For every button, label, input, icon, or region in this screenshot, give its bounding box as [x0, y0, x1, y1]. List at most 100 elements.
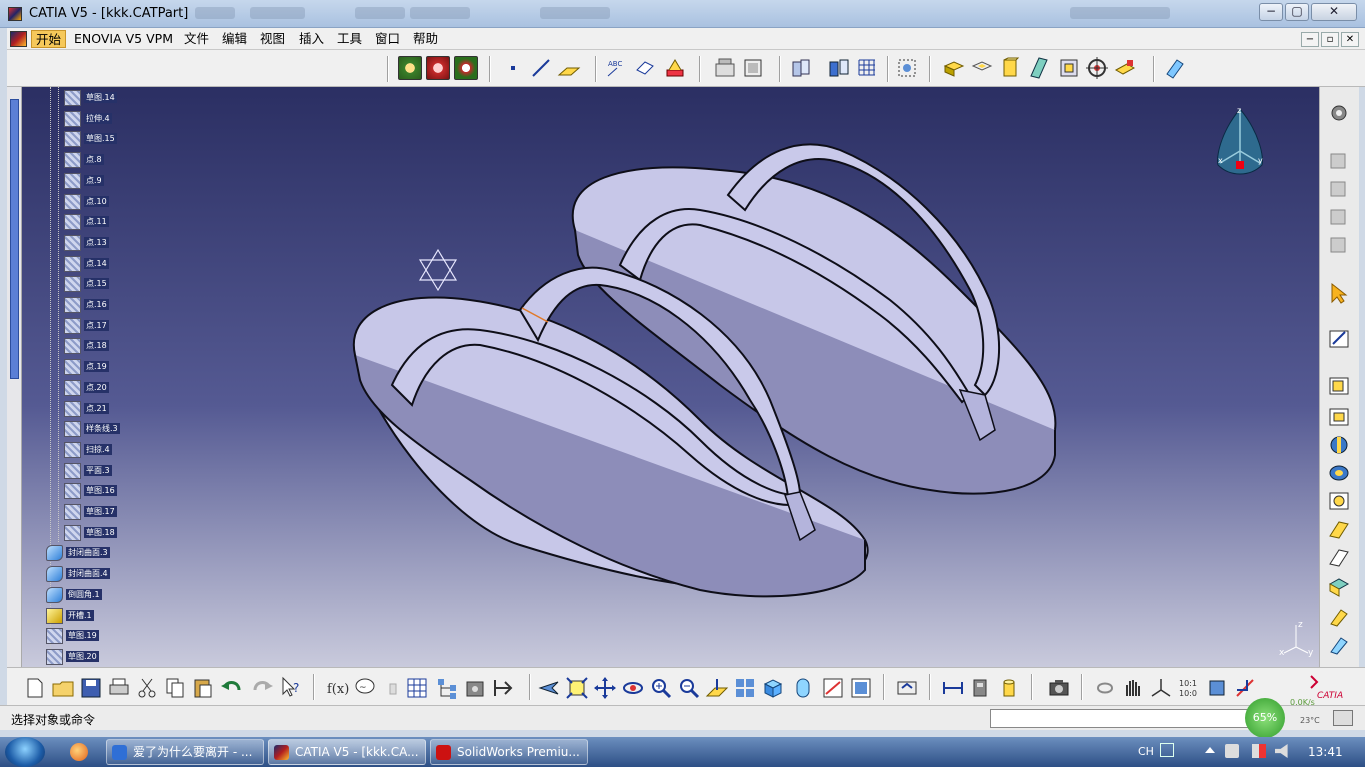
tray-expand-icon[interactable] — [1205, 747, 1215, 753]
shading-icon[interactable] — [791, 676, 815, 700]
doc-minimize-button[interactable]: − — [1301, 32, 1319, 47]
normal-view-icon[interactable] — [705, 676, 729, 700]
minimize-button[interactable]: − — [1259, 3, 1283, 21]
save-icon[interactable] — [79, 676, 103, 700]
rib-side-icon[interactable] — [1327, 518, 1351, 540]
target-icon[interactable] — [1085, 56, 1109, 80]
maximize-button[interactable]: ▢ — [1285, 3, 1309, 21]
iso-view-icon[interactable] — [761, 676, 785, 700]
pan-icon[interactable] — [593, 676, 617, 700]
plane-icon[interactable] — [557, 56, 581, 80]
paste-icon[interactable] — [191, 676, 215, 700]
parallel-constraint-icon[interactable] — [1233, 676, 1257, 700]
measure-between-icon[interactable] — [941, 676, 965, 700]
text-annotation-icon[interactable]: ABC — [605, 56, 629, 80]
command-input[interactable] — [990, 709, 1256, 728]
sketcher-icon[interactable] — [398, 56, 422, 80]
flag-note-icon[interactable] — [633, 56, 657, 80]
positioned-sketch-icon[interactable] — [426, 56, 450, 80]
tree-expand-icon[interactable] — [435, 676, 459, 700]
redo-icon[interactable] — [251, 676, 275, 700]
flip-flop-model[interactable] — [22, 87, 1319, 667]
shaft-side-icon[interactable] — [1327, 434, 1351, 456]
task-catia[interactable]: CATIA V5 - [kkk.CA... — [268, 739, 426, 765]
parallel-projection-icon[interactable] — [789, 56, 813, 80]
zoom-out-icon[interactable] — [677, 676, 701, 700]
grid-icon[interactable] — [855, 56, 879, 80]
pocket-icon[interactable] — [970, 56, 994, 80]
knowledge-icon[interactable]: ~ — [353, 676, 377, 700]
cut-part-by-sketch-icon[interactable] — [713, 56, 737, 80]
slot-side-icon[interactable] — [1327, 546, 1351, 568]
tray-device-icon[interactable] — [1225, 744, 1239, 758]
camera-icon[interactable] — [1047, 676, 1071, 700]
hide-show-view-icon[interactable] — [821, 676, 845, 700]
fit-all-icon[interactable] — [895, 56, 919, 80]
document-icon[interactable] — [10, 31, 27, 47]
multi-section-icon[interactable] — [1327, 634, 1351, 656]
new-icon[interactable] — [23, 676, 47, 700]
reframe-icon[interactable] — [1093, 676, 1117, 700]
open-icon[interactable] — [51, 676, 75, 700]
whats-this-icon[interactable]: ? — [279, 676, 303, 700]
doc-restore-button[interactable]: ▫ — [1321, 32, 1339, 47]
boolean-union-trim-icon[interactable] — [1327, 234, 1351, 256]
menu-window[interactable]: 窗口 — [371, 30, 404, 48]
table-icon[interactable] — [405, 676, 429, 700]
menu-file[interactable]: 文件 — [180, 30, 213, 48]
axis-system-icon[interactable] — [1149, 676, 1173, 700]
cut-icon[interactable] — [135, 676, 159, 700]
pad-side-icon[interactable] — [1327, 375, 1351, 397]
menu-edit[interactable]: 编辑 — [218, 30, 251, 48]
split-icon[interactable] — [1113, 56, 1137, 80]
groove-side-icon[interactable] — [1327, 462, 1351, 484]
boolean-intersect-icon[interactable] — [1327, 206, 1351, 228]
3d-viewport[interactable]: z x y z x y — [22, 87, 1319, 667]
gear-icon[interactable] — [1327, 102, 1351, 124]
scrollbar-thumb[interactable] — [10, 99, 19, 379]
pocket-side-icon[interactable] — [1327, 406, 1351, 428]
measure-inertia-icon[interactable] — [997, 676, 1021, 700]
exit-workbench-icon[interactable] — [454, 56, 478, 80]
solid-icon[interactable] — [1327, 576, 1351, 598]
start-button[interactable] — [5, 737, 45, 767]
task-solidworks[interactable]: SolidWorks Premiu... — [430, 739, 588, 765]
menu-start[interactable]: 开始 — [31, 30, 67, 48]
menu-enovia[interactable]: ENOVIA V5 VPM — [70, 30, 177, 48]
tree-scrollbar[interactable] — [7, 87, 22, 667]
scan-parent-icon[interactable] — [491, 676, 515, 700]
update-icon[interactable] — [895, 676, 919, 700]
select-arrow-icon[interactable] — [1327, 282, 1351, 304]
line-icon[interactable] — [529, 56, 553, 80]
stiffener-icon[interactable] — [1327, 606, 1351, 628]
print-icon[interactable] — [107, 676, 131, 700]
hide-show-icon[interactable] — [741, 56, 765, 80]
scale-icon[interactable]: 10:110:0 — [1177, 676, 1201, 700]
multi-view-icon[interactable] — [733, 676, 757, 700]
hole-icon[interactable] — [1327, 490, 1351, 512]
view-mode-icon[interactable] — [827, 56, 851, 80]
menu-tools[interactable]: 工具 — [333, 30, 366, 48]
shaft-icon[interactable] — [998, 56, 1022, 80]
command-confirm-button[interactable] — [1333, 710, 1353, 726]
hand-pan-icon[interactable] — [1121, 676, 1145, 700]
sketch-edit-icon[interactable] — [1327, 328, 1351, 350]
menu-insert[interactable]: 插入 — [295, 30, 328, 48]
lock-disabled-icon[interactable] — [381, 676, 405, 700]
3d-annotation-icon[interactable] — [663, 56, 687, 80]
task-music[interactable]: 爱了为什么要离开 - ... — [106, 739, 264, 765]
formula-icon[interactable]: f(x) — [325, 676, 349, 700]
rib-icon[interactable] — [1027, 56, 1051, 80]
fit-all-in-icon[interactable] — [565, 676, 589, 700]
measure-item-icon[interactable] — [969, 676, 993, 700]
point-icon[interactable] — [501, 56, 525, 80]
solid-combine-icon[interactable] — [1057, 56, 1081, 80]
ime-icon[interactable] — [1160, 743, 1174, 757]
boolean-add-icon[interactable] — [1327, 150, 1351, 172]
menu-view[interactable]: 视图 — [256, 30, 289, 48]
compass-icon[interactable]: z x y — [1210, 103, 1270, 183]
apply-material-icon[interactable] — [1163, 56, 1187, 80]
volume-icon[interactable] — [1275, 744, 1288, 758]
doc-close-button[interactable]: ✕ — [1341, 32, 1359, 47]
rotate-icon[interactable] — [621, 676, 645, 700]
